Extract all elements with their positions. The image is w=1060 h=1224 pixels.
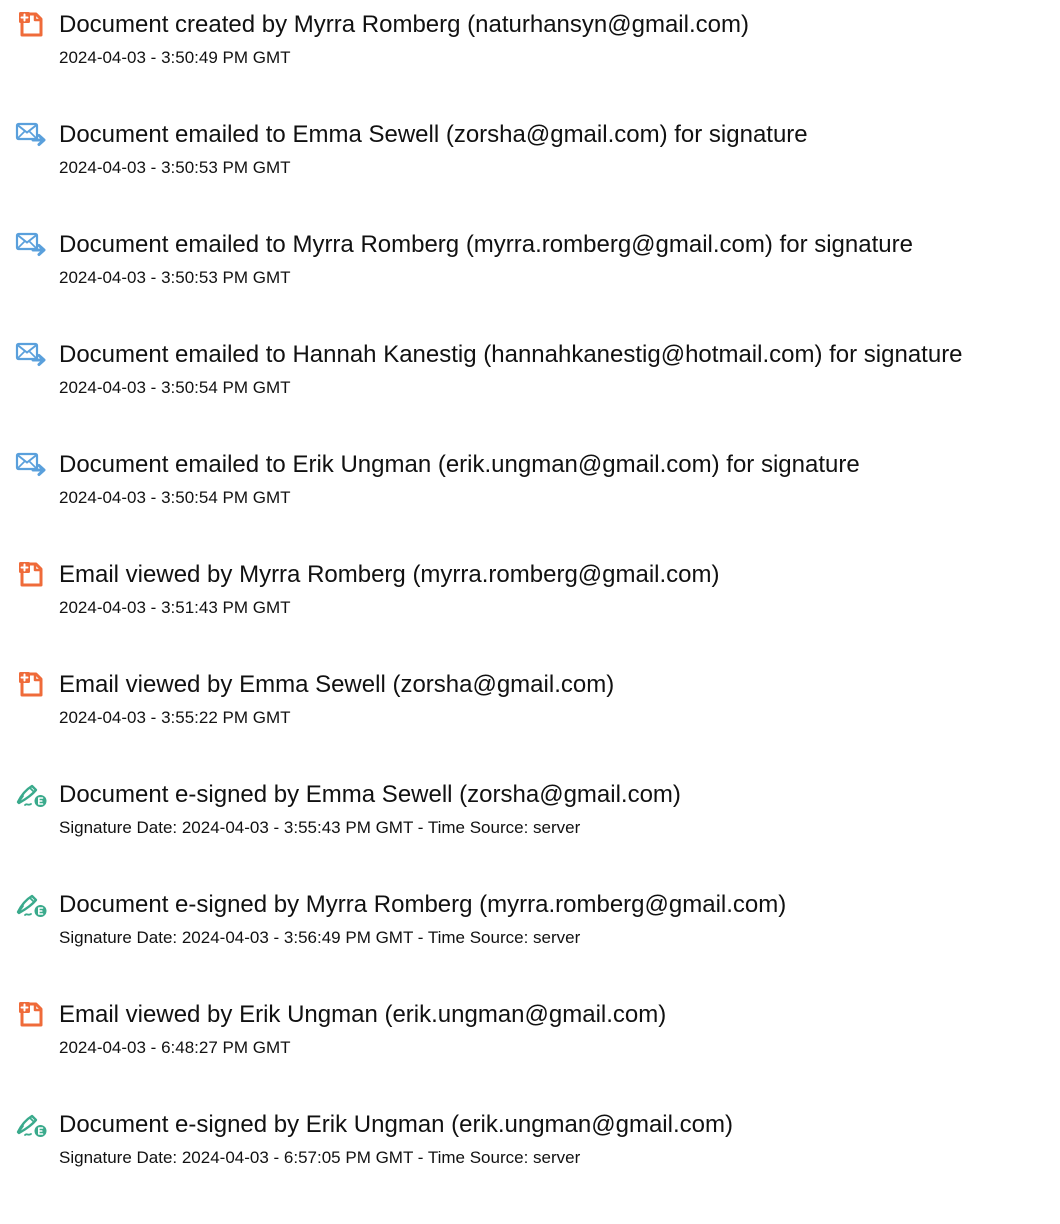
event-description: Document emailed to Emma Sewell (zorsha@… — [59, 121, 808, 148]
audit-event: Document emailed to Hannah Kanestig (han… — [0, 330, 1060, 440]
event-description: Document emailed to Hannah Kanestig (han… — [59, 341, 963, 368]
e-signature-icon — [14, 890, 48, 918]
event-timestamp: 2024-04-03 - 3:50:49 PM GMT — [59, 48, 291, 67]
event-description: Document emailed to Erik Ungman (erik.un… — [59, 451, 860, 478]
document-viewed-icon — [14, 670, 48, 698]
event-timestamp: 2024-04-03 - 3:50:54 PM GMT — [59, 378, 291, 397]
email-sent-icon — [14, 230, 48, 258]
event-timestamp: Signature Date: 2024-04-03 - 3:56:49 PM … — [59, 928, 581, 947]
audit-event: Email viewed by Emma Sewell (zorsha@gmai… — [0, 660, 1060, 770]
audit-event: Email viewed by Myrra Romberg (myrra.rom… — [0, 550, 1060, 660]
event-timestamp: 2024-04-03 - 3:55:22 PM GMT — [59, 708, 291, 727]
event-timestamp: Signature Date: 2024-04-03 - 3:55:43 PM … — [59, 818, 581, 837]
document-created-icon — [14, 10, 48, 38]
email-sent-icon — [14, 450, 48, 478]
event-description: Document created by Myrra Romberg (natur… — [59, 11, 749, 38]
audit-event: Document emailed to Emma Sewell (zorsha@… — [0, 110, 1060, 220]
event-description: Document emailed to Myrra Romberg (myrra… — [59, 231, 913, 258]
audit-event: Document created by Myrra Romberg (natur… — [0, 0, 1060, 110]
event-timestamp: 2024-04-03 - 3:50:53 PM GMT — [59, 158, 291, 177]
audit-event: Document e-signed by Emma Sewell (zorsha… — [0, 770, 1060, 880]
email-sent-icon — [14, 120, 48, 148]
e-signature-icon — [14, 780, 48, 808]
audit-event: Document e-signed by Myrra Romberg (myrr… — [0, 880, 1060, 990]
event-timestamp: 2024-04-03 - 3:50:53 PM GMT — [59, 268, 291, 287]
event-description: Email viewed by Erik Ungman (erik.ungman… — [59, 1001, 667, 1028]
event-description: Email viewed by Emma Sewell (zorsha@gmai… — [59, 671, 615, 698]
audit-event: Email viewed by Erik Ungman (erik.ungman… — [0, 990, 1060, 1100]
event-description: Document e-signed by Myrra Romberg (myrr… — [59, 891, 787, 918]
audit-event: Document emailed to Myrra Romberg (myrra… — [0, 220, 1060, 330]
event-timestamp: 2024-04-03 - 3:51:43 PM GMT — [59, 598, 291, 617]
event-timestamp: 2024-04-03 - 3:50:54 PM GMT — [59, 488, 291, 507]
event-timestamp: 2024-04-03 - 6:48:27 PM GMT — [59, 1038, 291, 1057]
e-signature-icon — [14, 1110, 48, 1138]
audit-event: Document emailed to Erik Ungman (erik.un… — [0, 440, 1060, 550]
event-description: Document e-signed by Emma Sewell (zorsha… — [59, 781, 681, 808]
email-sent-icon — [14, 340, 48, 368]
event-description: Document e-signed by Erik Ungman (erik.u… — [59, 1111, 733, 1138]
event-description: Email viewed by Myrra Romberg (myrra.rom… — [59, 561, 720, 588]
audit-event-list: Document created by Myrra Romberg (natur… — [0, 0, 1060, 1210]
document-viewed-icon — [14, 560, 48, 588]
event-timestamp: Signature Date: 2024-04-03 - 6:57:05 PM … — [59, 1148, 581, 1167]
document-viewed-icon — [14, 1000, 48, 1028]
audit-event: Document e-signed by Erik Ungman (erik.u… — [0, 1100, 1060, 1210]
